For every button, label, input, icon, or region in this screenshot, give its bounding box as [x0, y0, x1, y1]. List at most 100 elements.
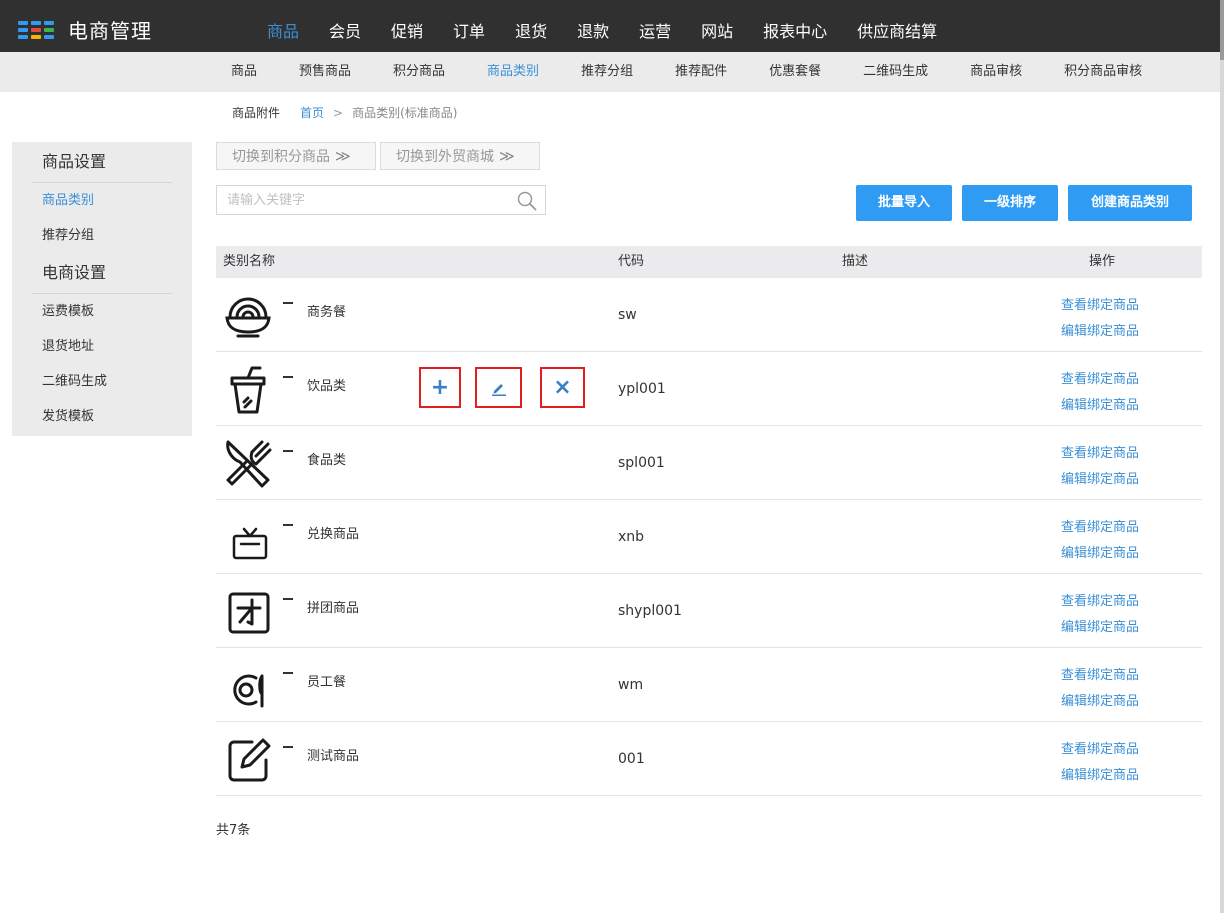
scrollbar-thumb[interactable]: [1220, 0, 1224, 60]
sidebar-item-category[interactable]: 商品类别: [12, 183, 192, 218]
top-nav-item-returns[interactable]: 退货: [500, 0, 562, 52]
tree-collapse-toggle[interactable]: [283, 598, 293, 600]
tree-collapse-toggle[interactable]: [283, 450, 293, 452]
category-code: ypl001: [618, 381, 666, 397]
top-nav-item-website[interactable]: 网站: [686, 0, 748, 52]
view-bound-goods-link[interactable]: 查看绑定商品: [1061, 738, 1139, 757]
edit-bound-goods-link[interactable]: 编辑绑定商品: [1061, 468, 1139, 487]
sub-nav: 商品 预售商品 积分商品 商品类别 推荐分组 推荐配件 优惠套餐 二维码生成 商…: [0, 52, 1220, 92]
top-nav-item-members[interactable]: 会员: [314, 0, 376, 52]
table-row: 食品类 spl001 查看绑定商品 编辑绑定商品: [216, 426, 1202, 500]
edit-bound-goods-link[interactable]: 编辑绑定商品: [1061, 542, 1139, 561]
sidebar-group-goods-settings: 商品设置: [42, 152, 107, 171]
tree-collapse-toggle[interactable]: [283, 672, 293, 674]
table-row: 饮品类 + × ypl001 查看绑定商品 编辑绑定商品: [216, 352, 1202, 426]
category-code: shypl001: [618, 603, 682, 619]
sidebar-item-delivery-template[interactable]: 发货模板: [12, 399, 192, 434]
edit-note-icon: [228, 738, 271, 782]
category-name: 食品类: [307, 453, 347, 468]
top-nav-item-orders[interactable]: 订单: [438, 0, 500, 52]
search-input[interactable]: [217, 186, 507, 214]
sub-nav-item-review[interactable]: 商品审核: [949, 52, 1043, 92]
add-subcategory-button[interactable]: +: [419, 367, 461, 408]
create-category-button[interactable]: 创建商品类别: [1068, 185, 1192, 221]
app-logo[interactable]: 电商管理: [18, 15, 152, 44]
edit-category-button[interactable]: [475, 367, 522, 408]
noodle-bowl-icon: [225, 297, 271, 338]
top-nav-item-refunds[interactable]: 退款: [562, 0, 624, 52]
fork-knife-icon: [226, 440, 272, 488]
table-row: 商务餐 sw 查看绑定商品 编辑绑定商品: [216, 278, 1202, 352]
switch-points-label: 切换到积分商品: [232, 149, 330, 165]
tree-collapse-toggle[interactable]: [283, 746, 293, 748]
sidebar-item-recommend-group[interactable]: 推荐分组: [12, 218, 192, 253]
top-nav-item-operations[interactable]: 运营: [624, 0, 686, 52]
switch-to-points-button[interactable]: 切换到积分商品 ≫: [216, 142, 376, 170]
category-name: 饮品类: [307, 379, 347, 394]
top-nav-item-goods[interactable]: 商品: [252, 0, 314, 52]
double-chevron-right-icon: ≫: [335, 147, 351, 165]
sub-nav-item-recommend-group[interactable]: 推荐分组: [560, 52, 654, 92]
switch-foreign-label: 切换到外贸商城: [396, 149, 494, 165]
breadcrumb-current: 商品类别(标准商品): [352, 106, 458, 120]
category-code: 001: [618, 751, 645, 767]
view-bound-goods-link[interactable]: 查看绑定商品: [1061, 664, 1139, 683]
breadcrumb-home-link[interactable]: 首页: [300, 104, 324, 121]
edit-bound-goods-link[interactable]: 编辑绑定商品: [1061, 394, 1139, 413]
edit-bound-goods-link[interactable]: 编辑绑定商品: [1061, 616, 1139, 635]
category-name: 员工餐: [307, 675, 347, 690]
gift-box-icon: [232, 527, 268, 560]
drink-cup-icon: [230, 366, 266, 414]
top-nav: 商品 会员 促销 订单 退货 退款 运营 网站 报表中心 供应商结算: [252, 0, 952, 52]
sub-nav-item-points[interactable]: 积分商品: [372, 52, 466, 92]
view-bound-goods-link[interactable]: 查看绑定商品: [1061, 368, 1139, 387]
plus-icon: +: [430, 374, 450, 400]
sidebar-item-return-address[interactable]: 退货地址: [12, 329, 192, 364]
category-code: spl001: [618, 455, 665, 471]
table-row: 拼团商品 shypl001 查看绑定商品 编辑绑定商品: [216, 574, 1202, 648]
pencil-icon: [491, 383, 506, 396]
sub-nav-item-points-review[interactable]: 积分商品审核: [1043, 52, 1163, 92]
sidebar-item-shipping-template[interactable]: 运费模板: [12, 294, 192, 329]
close-icon: ×: [553, 374, 572, 400]
tree-collapse-toggle[interactable]: [283, 524, 293, 526]
column-header-code: 代码: [618, 254, 645, 269]
category-name: 拼团商品: [307, 601, 360, 616]
edit-bound-goods-link[interactable]: 编辑绑定商品: [1061, 320, 1139, 339]
top-nav-item-promotion[interactable]: 促销: [376, 0, 438, 52]
view-bound-goods-link[interactable]: 查看绑定商品: [1061, 294, 1139, 313]
delete-category-button[interactable]: ×: [540, 367, 585, 408]
top-nav-item-supplier[interactable]: 供应商结算: [842, 0, 952, 52]
app-title: 电商管理: [68, 19, 152, 43]
app-grid-icon: [18, 20, 54, 39]
tree-collapse-toggle[interactable]: [283, 302, 293, 304]
sub-nav-item-goods[interactable]: 商品: [210, 52, 278, 92]
bulk-import-button[interactable]: 批量导入: [856, 185, 952, 221]
sub-nav-item-accessories[interactable]: 推荐配件: [654, 52, 748, 92]
view-bound-goods-link[interactable]: 查看绑定商品: [1061, 516, 1139, 535]
page-scrollbar[interactable]: [1220, 0, 1224, 913]
sub-nav-item-qrcode[interactable]: 二维码生成: [842, 52, 949, 92]
column-header-ops: 操作: [1089, 254, 1116, 269]
total-count: 共7条: [216, 823, 251, 838]
plate-fork-icon: [233, 674, 264, 708]
sub-nav-item-bundles[interactable]: 优惠套餐: [748, 52, 842, 92]
breadcrumb: 商品附件 首页 > 商品类别(标准商品): [232, 104, 457, 121]
sub-nav-item-category[interactable]: 商品类别: [466, 52, 560, 92]
tree-collapse-toggle[interactable]: [283, 376, 293, 378]
sidebar-item-qrcode[interactable]: 二维码生成: [12, 364, 192, 399]
switch-to-foreign-button[interactable]: 切换到外贸商城 ≫: [380, 142, 540, 170]
top-nav-item-reports[interactable]: 报表中心: [748, 0, 842, 52]
category-name: 兑换商品: [307, 527, 360, 542]
search-icon[interactable]: [517, 191, 537, 211]
table-row: 测试商品 001 查看绑定商品 编辑绑定商品: [216, 722, 1202, 796]
edit-bound-goods-link[interactable]: 编辑绑定商品: [1061, 690, 1139, 709]
view-bound-goods-link[interactable]: 查看绑定商品: [1061, 442, 1139, 461]
breadcrumb-section: 商品附件: [232, 106, 281, 120]
edit-bound-goods-link[interactable]: 编辑绑定商品: [1061, 764, 1139, 783]
level-sort-button[interactable]: 一级排序: [962, 185, 1058, 221]
view-bound-goods-link[interactable]: 查看绑定商品: [1061, 590, 1139, 609]
column-header-name: 类别名称: [223, 254, 276, 269]
sidebar-group-shop-settings: 电商设置: [42, 263, 107, 282]
sub-nav-item-presale[interactable]: 预售商品: [278, 52, 372, 92]
